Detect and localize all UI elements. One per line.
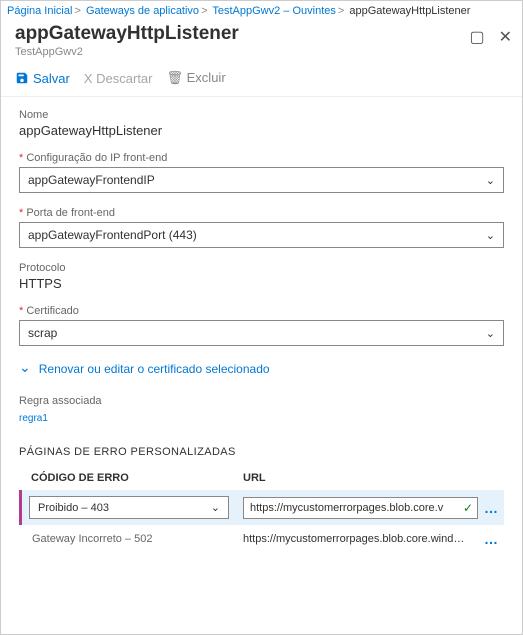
error-code-value: Proibido – 403	[38, 502, 109, 514]
col-url: URL	[243, 472, 500, 484]
page-title: appGatewayHttpListener	[15, 23, 239, 45]
name-label: Nome	[19, 109, 504, 121]
associated-rule-label: Regra associada	[19, 395, 504, 407]
delete-label: Excluir	[187, 70, 226, 85]
save-button[interactable]: Salvar	[15, 71, 70, 86]
chevron-down-icon: ⌄	[486, 174, 495, 187]
maximize-icon[interactable]: ▢	[469, 27, 484, 47]
delete-button[interactable]: 🗑 Excluir	[167, 70, 226, 86]
frontend-port-label: Porta de front-end	[19, 207, 504, 219]
error-pages-heading: PÁGINAS DE ERRO PERSONALIZADAS	[19, 446, 504, 458]
error-url-text: https://mycustomerrorpages.blob.core.win…	[243, 533, 482, 545]
page-subtitle: TestAppGwv2	[15, 46, 239, 58]
error-code-text: Gateway Incorreto – 502	[23, 533, 243, 545]
frontend-port-select[interactable]: appGatewayFrontendPort (443) ⌄	[19, 222, 504, 248]
chevron-down-icon: ⌄	[19, 359, 31, 376]
more-actions-button[interactable]: …	[482, 500, 500, 516]
frontend-ip-value: appGatewayFrontendIP	[28, 173, 155, 187]
error-row-502[interactable]: Gateway Incorreto – 502 https://mycustom…	[19, 525, 504, 553]
cert-label: Certificado	[19, 305, 504, 317]
breadcrumb-home[interactable]: Página Inicial	[7, 5, 72, 17]
error-url-input[interactable]: https://mycustomerrorpages.blob.core.v ✓	[243, 497, 478, 519]
chevron-down-icon: ⌄	[211, 501, 220, 514]
trash-icon: 🗑	[167, 70, 184, 85]
renew-cert-link[interactable]: ⌄ Renovar ou editar o certificado seleci…	[19, 360, 504, 377]
more-actions-button[interactable]: …	[482, 531, 500, 547]
save-icon	[15, 71, 29, 85]
save-label: Salvar	[33, 71, 70, 86]
associated-rule-link[interactable]: regra1	[19, 413, 504, 424]
cert-select[interactable]: scrap ⌄	[19, 320, 504, 346]
toolbar: Salvar X Descartar 🗑 Excluir	[1, 64, 522, 97]
frontend-port-value: appGatewayFrontendPort (443)	[28, 228, 197, 242]
discard-button[interactable]: X Descartar	[84, 71, 153, 86]
breadcrumb-gateways[interactable]: Gateways de aplicativo	[86, 5, 199, 17]
breadcrumb-app[interactable]: TestAppGwv2 – Ouvintes	[212, 5, 336, 17]
cert-value: scrap	[28, 326, 57, 340]
close-icon[interactable]: ✕	[499, 27, 512, 47]
breadcrumb-current: appGatewayHttpListener	[349, 5, 470, 17]
error-code-select[interactable]: Proibido – 403 ⌄	[29, 496, 229, 519]
error-url-value: https://mycustomerrorpages.blob.core.v	[250, 502, 443, 514]
chevron-down-icon: ⌄	[486, 327, 495, 340]
breadcrumb: Página Inicial> Gateways de aplicativo> …	[1, 1, 522, 19]
frontend-ip-label: Configuração do IP front-end	[19, 152, 504, 164]
name-value: appGatewayHttpListener	[19, 123, 504, 138]
chevron-down-icon: ⌄	[486, 229, 495, 242]
renew-cert-label: Renovar ou editar o certificado selecion…	[39, 362, 270, 376]
error-row-403[interactable]: Proibido – 403 ⌄ https://mycustomerrorpa…	[19, 490, 504, 525]
frontend-ip-select[interactable]: appGatewayFrontendIP ⌄	[19, 167, 504, 193]
check-icon: ✓	[463, 501, 473, 515]
error-table-header: CÓDIGO DE ERRO URL	[19, 472, 504, 490]
protocol-label: Protocolo	[19, 262, 504, 274]
col-error-code: CÓDIGO DE ERRO	[23, 472, 243, 484]
protocol-value: HTTPS	[19, 276, 504, 291]
